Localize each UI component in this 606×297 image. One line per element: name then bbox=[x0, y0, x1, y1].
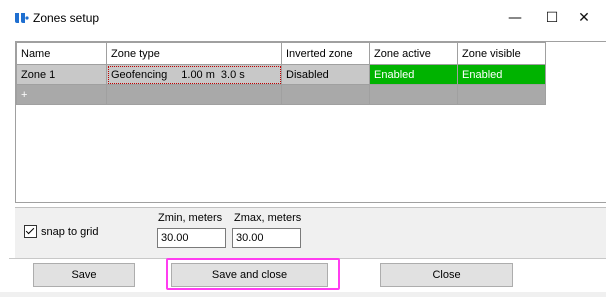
options-panel: snap to grid Zmin, meters Zmax, meters bbox=[15, 207, 606, 258]
app-logo-icon bbox=[15, 13, 29, 23]
zones-table: Name Zone type Inverted zone Zone active… bbox=[16, 42, 546, 105]
close-button[interactable]: Close bbox=[380, 263, 513, 287]
highlight-box bbox=[166, 258, 340, 290]
add-zone-button[interactable]: + bbox=[16, 84, 107, 105]
zone-time-value: 3.0 s bbox=[220, 68, 245, 81]
add-row: + bbox=[16, 84, 546, 105]
save-button[interactable]: Save bbox=[33, 263, 135, 287]
column-header-inverted-zone[interactable]: Inverted zone bbox=[281, 42, 370, 65]
snap-to-grid-label: snap to grid bbox=[41, 225, 99, 238]
zmax-label: Zmax, meters bbox=[234, 212, 302, 224]
empty-cell bbox=[106, 84, 282, 105]
zone-type-value: Geofencing bbox=[111, 68, 168, 81]
column-header-name[interactable]: Name bbox=[16, 42, 107, 65]
inverted-zone-cell[interactable]: Disabled bbox=[281, 64, 370, 85]
empty-cell bbox=[369, 84, 458, 105]
window-bottom-edge bbox=[0, 292, 606, 297]
zone-type-cell[interactable]: Geofencing 1.00 m 3.0 s bbox=[106, 64, 282, 85]
window-title: Zones setup bbox=[33, 11, 100, 25]
snap-to-grid-checkbox[interactable] bbox=[24, 225, 37, 238]
column-header-zone-type[interactable]: Zone type bbox=[106, 42, 282, 65]
zones-grid: Name Zone type Inverted zone Zone active… bbox=[15, 41, 606, 203]
table-row[interactable]: Zone 1 Geofencing 1.00 m 3.0 s Disabled … bbox=[16, 64, 546, 85]
zone-name-cell[interactable]: Zone 1 bbox=[16, 64, 107, 85]
empty-cell bbox=[281, 84, 370, 105]
zmax-input[interactable] bbox=[232, 228, 301, 248]
snap-to-grid-option[interactable]: snap to grid bbox=[24, 225, 98, 238]
column-header-zone-active[interactable]: Zone active bbox=[369, 42, 458, 65]
empty-cell bbox=[457, 84, 546, 105]
close-window-button[interactable]: ✕ bbox=[561, 0, 606, 36]
zone-visible-cell[interactable]: Enabled bbox=[457, 64, 546, 85]
title-bar: Zones setup — ☐ ✕ bbox=[0, 0, 606, 36]
zone-radius-value: 1.00 m bbox=[181, 68, 215, 81]
zmin-label: Zmin, meters bbox=[158, 212, 223, 224]
table-header-row: Name Zone type Inverted zone Zone active… bbox=[16, 42, 546, 65]
zone-active-cell[interactable]: Enabled bbox=[369, 64, 458, 85]
column-header-zone-visible[interactable]: Zone visible bbox=[457, 42, 546, 65]
zmin-input[interactable] bbox=[157, 228, 226, 248]
